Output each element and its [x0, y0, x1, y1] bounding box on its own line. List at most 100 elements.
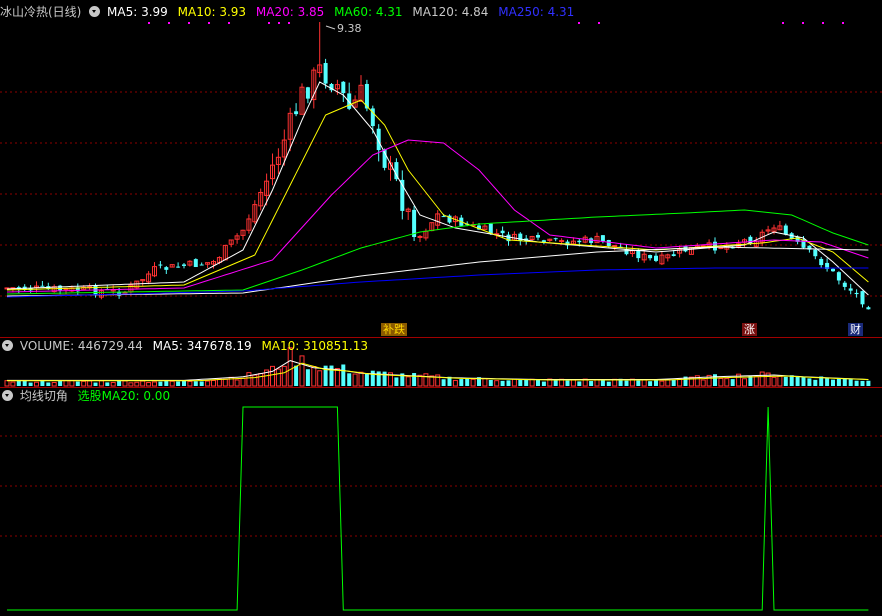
volume-bar	[158, 381, 163, 386]
volume-bar	[742, 378, 747, 387]
volume-bar	[565, 380, 570, 386]
candle-body	[158, 264, 163, 266]
candle-body	[305, 87, 310, 99]
volume-bar	[724, 378, 730, 387]
volume-bar	[193, 381, 198, 386]
volume-bar	[405, 376, 411, 387]
volume-bar	[364, 373, 369, 386]
candle-body	[58, 285, 63, 291]
candle-body	[718, 247, 724, 250]
volume-bar	[34, 381, 39, 387]
indicator-chart[interactable]	[0, 388, 882, 616]
volume-bar	[671, 379, 676, 386]
candle-body	[182, 264, 186, 266]
volume-bar	[606, 381, 611, 386]
volume-bar	[281, 365, 287, 387]
volume-bar	[771, 376, 777, 387]
kline-chart[interactable]	[0, 0, 882, 338]
candle-body	[813, 249, 818, 257]
candle-body	[836, 272, 841, 281]
signal-dot	[168, 22, 170, 24]
volume-bar	[753, 376, 759, 387]
candle-body	[294, 111, 299, 115]
volume-bar	[205, 380, 211, 387]
candle-body	[553, 238, 558, 240]
volume-bar	[122, 380, 128, 387]
volume-bar	[452, 379, 458, 387]
volume-bar	[718, 378, 724, 387]
volume-bar	[240, 377, 246, 387]
candle-body	[654, 255, 658, 261]
volume-bar	[648, 381, 653, 386]
candle-body	[612, 244, 618, 247]
signal-dot	[598, 22, 600, 24]
signal-dot	[188, 22, 190, 24]
volume-bar	[347, 373, 352, 386]
volume-bar	[860, 380, 865, 386]
candle-body	[193, 259, 198, 268]
volume-bar	[553, 380, 558, 386]
volume-bar	[470, 378, 476, 387]
volume-bar	[176, 381, 181, 386]
volume-bar	[700, 379, 706, 387]
volume-bar	[848, 379, 853, 386]
volume-bar	[81, 380, 87, 387]
volume-bar	[352, 373, 358, 387]
volume-bar	[63, 380, 69, 387]
volume-bar	[134, 381, 140, 387]
volume-bar	[636, 380, 641, 386]
candle-body	[783, 225, 788, 235]
volume-bar	[294, 365, 299, 386]
event-marker-zhang[interactable]: 涨	[742, 323, 757, 336]
chevron-down-icon[interactable]	[2, 390, 13, 401]
candle-body	[199, 264, 204, 266]
indicator-signal-line	[7, 406, 869, 611]
volume-bar	[146, 382, 152, 387]
volume-bar	[28, 382, 33, 386]
indicator-panel[interactable]: 均线切角 选股MA20: 0.00	[0, 388, 882, 616]
volume-bar	[854, 380, 859, 386]
indicator-signal-value: 选股MA20: 0.00	[77, 389, 171, 403]
chevron-down-icon[interactable]	[89, 6, 101, 17]
volume-bar	[169, 380, 175, 387]
volume-bar	[152, 381, 157, 387]
volume-bar	[222, 378, 228, 387]
volume-bar	[140, 380, 146, 387]
volume-bar	[659, 380, 665, 387]
volume-bar	[75, 381, 80, 386]
volume-bar	[105, 382, 110, 386]
candle-body	[323, 63, 328, 84]
volume-bar	[836, 378, 841, 386]
volume-bar	[783, 376, 788, 386]
signal-dot	[842, 22, 844, 24]
volume-bar	[500, 380, 505, 386]
kline-panel[interactable]: 冰山冷热(日线) MA5: 3.99 MA10: 3.93 MA20: 3.85…	[0, 0, 882, 338]
candle-body	[860, 291, 865, 305]
candle-body	[636, 250, 641, 259]
volume-bar	[594, 379, 600, 387]
signal-dot	[208, 22, 210, 24]
candle-body	[441, 216, 446, 218]
volume-bar	[412, 373, 417, 386]
ma20-value: MA20: 3.85	[255, 5, 325, 19]
volume-header: VOLUME: 446729.44 MA5: 347678.19 MA10: 3…	[0, 338, 374, 354]
chevron-down-icon[interactable]	[2, 340, 13, 351]
volume-bar	[459, 379, 464, 386]
volume-bar	[317, 370, 323, 387]
volume-bar	[211, 380, 216, 387]
high-marker-line	[325, 25, 336, 30]
volume-panel[interactable]: VOLUME: 446729.44 MA5: 347678.19 MA10: 3…	[0, 338, 882, 388]
ma10-line	[6, 99, 869, 291]
candle-body	[500, 230, 505, 234]
volume-bar	[488, 379, 493, 386]
volume-bar	[665, 379, 671, 387]
volume-bar	[182, 380, 186, 386]
event-marker-buditie[interactable]: 补跌	[381, 323, 407, 336]
volume-bar	[341, 364, 346, 386]
volume-bar	[730, 379, 735, 386]
volume-bar	[311, 365, 317, 387]
event-marker-cai[interactable]: 财	[848, 323, 863, 336]
candle-body	[347, 93, 352, 109]
signal-dot	[578, 22, 580, 24]
volume-bar	[577, 381, 582, 386]
